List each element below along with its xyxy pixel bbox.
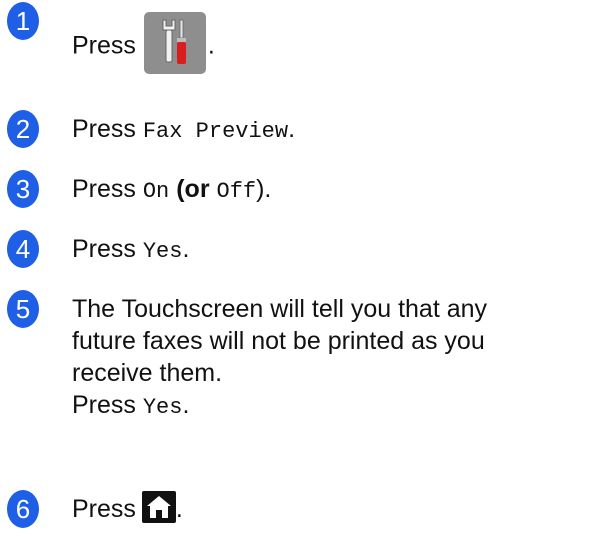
step-number-badge: 2: [7, 110, 39, 148]
step-2: 2 Press Fax Preview.: [7, 110, 295, 148]
step-6-press-label: Press: [72, 495, 136, 523]
home-icon: [141, 491, 176, 524]
step-6: 6 Press .: [7, 490, 183, 528]
or-word: or: [184, 175, 210, 203]
yes-option: Yes: [142, 395, 183, 420]
step-5-line-2: future faxes will not be printed as you: [72, 327, 485, 355]
step-5-text: The Touchscreen will tell you that any f…: [72, 290, 487, 424]
step-number-badge: 6: [7, 490, 39, 528]
step-4-period: .: [182, 235, 190, 263]
step-4-text: Press Yes.: [72, 230, 189, 268]
step-5-line-1: The Touchscreen will tell you that any: [72, 295, 488, 323]
paren-close: ).: [256, 175, 272, 203]
step-number-badge: 1: [7, 2, 39, 40]
paren-open: (: [176, 175, 185, 203]
step-1-text: Press .: [72, 2, 215, 78]
step-5: 5 The Touchscreen will tell you that any…: [7, 290, 487, 424]
step-number-badge: 3: [7, 170, 39, 208]
step-6-period: .: [175, 495, 183, 523]
step-5-period: .: [182, 391, 190, 419]
step-2-press-label: Press: [72, 115, 136, 143]
step-3-press-label: Press: [72, 175, 136, 203]
fax-preview-menu-item: Fax Preview: [142, 119, 289, 144]
step-1: 1 Press .: [7, 2, 215, 78]
step-3: 3 Press On (or Off).: [7, 170, 271, 208]
step-4: 4 Press Yes.: [7, 230, 189, 268]
step-number-badge: 4: [7, 230, 39, 268]
step-number-badge: 5: [7, 290, 39, 328]
step-2-period: .: [288, 115, 296, 143]
settings-tools-icon: [143, 12, 206, 74]
step-1-period: .: [207, 31, 215, 60]
step-4-press-label: Press: [72, 235, 136, 263]
yes-option: Yes: [142, 239, 183, 264]
step-5-line-4: Press Yes.: [72, 389, 487, 424]
step-3-text: Press On (or Off).: [72, 170, 271, 208]
step-1-press-label: Press: [72, 31, 136, 60]
step-6-text: Press .: [72, 490, 183, 526]
on-option: On: [142, 179, 170, 204]
step-5-press-label: Press: [72, 391, 136, 419]
step-2-text: Press Fax Preview.: [72, 110, 295, 148]
off-option: Off: [216, 179, 257, 204]
step-5-line-3: receive them.: [72, 359, 223, 387]
